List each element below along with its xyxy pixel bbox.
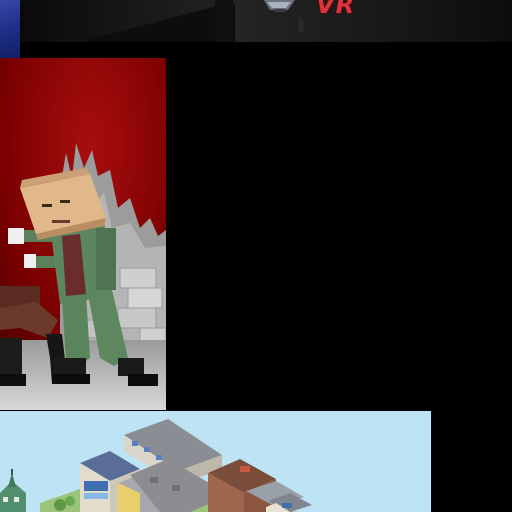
isometric-city-artwork xyxy=(0,411,431,512)
blocky-fighter-game-thumbnail[interactable] xyxy=(0,58,166,410)
isometric-city-game-thumbnail[interactable] xyxy=(0,411,431,512)
blocky-fighter-artwork xyxy=(0,58,166,410)
top-game-thumbnail[interactable] xyxy=(0,0,20,58)
banner-art xyxy=(20,0,512,42)
vr-game-banner[interactable]: VR xyxy=(20,0,512,42)
vr-logo-text: VR xyxy=(316,0,356,19)
